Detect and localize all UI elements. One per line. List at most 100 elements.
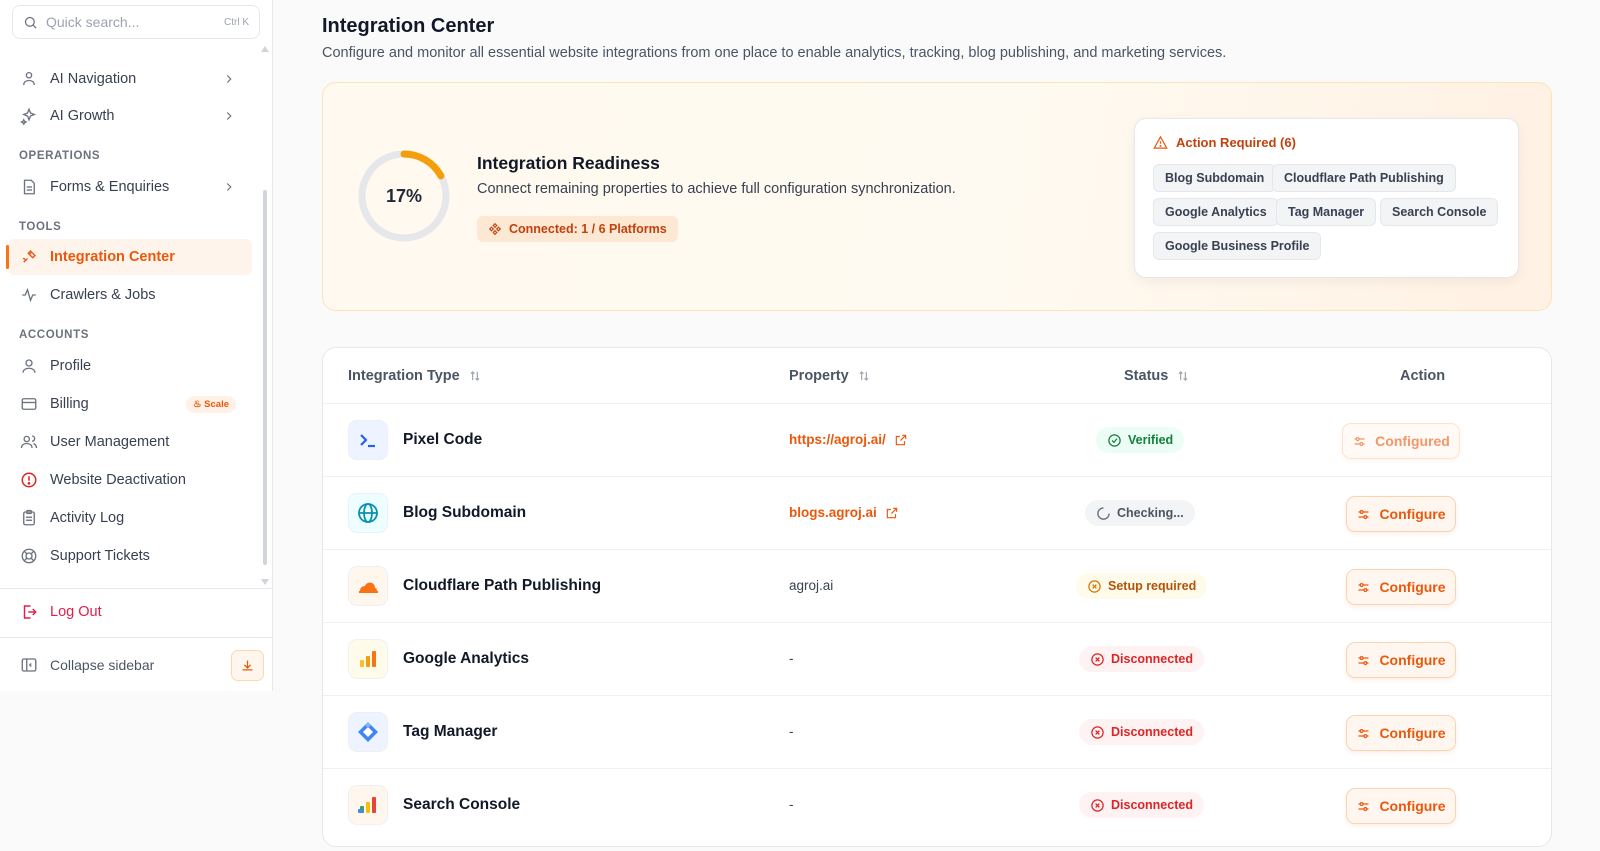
integration-name: Search Console	[403, 796, 521, 813]
sidebar-item-label: AI Navigation	[50, 71, 137, 87]
integration-name: Blog Subdomain	[403, 504, 527, 521]
property-value: -	[789, 797, 794, 812]
section-operations: OPERATIONS	[19, 150, 101, 162]
integration-readiness-card: 17% Integration Readiness Connect remain…	[322, 82, 1552, 311]
configure-button[interactable]: Configure	[1346, 715, 1456, 751]
readiness-title: Integration Readiness	[477, 153, 660, 173]
sidebar-item-label: Support Tickets	[50, 548, 150, 564]
status-badge: Disconnected	[1079, 646, 1204, 672]
sidebar-item-support-tickets[interactable]: Support Tickets	[8, 538, 252, 574]
settings-sliders-icon	[1358, 655, 1369, 665]
action-chip[interactable]: Google Analytics	[1153, 198, 1279, 226]
table-row: Pixel Code https://agroj.ai/ Verified Co…	[323, 403, 1551, 476]
column-header-status[interactable]: Status	[1124, 368, 1190, 384]
property-value: -	[789, 651, 794, 666]
collapse-sidebar-button[interactable]: Collapse sidebar	[8, 647, 188, 683]
column-header-property[interactable]: Property	[789, 368, 871, 384]
sidebar-item-ai-growth[interactable]: AI Growth	[8, 98, 252, 134]
sidebar-item-label: Crawlers & Jobs	[50, 287, 156, 303]
search-shortcut: Ctrl K	[224, 16, 249, 28]
sidebar-item-label: Forms & Enquiries	[50, 179, 170, 195]
status-badge: Setup required	[1076, 573, 1208, 599]
section-tools: TOOLS	[19, 221, 62, 233]
chevron-right-icon	[226, 75, 232, 83]
table-row: Cloudflare Path Publishing agroj.ai Setu…	[323, 549, 1551, 622]
status-badge: Disconnected	[1079, 792, 1204, 818]
integration-name: Cloudflare Path Publishing	[403, 577, 602, 594]
action-chip[interactable]: Cloudflare Path Publishing	[1272, 164, 1456, 192]
credit-card-icon	[21, 398, 37, 410]
property-value: -	[789, 724, 794, 739]
sidebar-scrollbar[interactable]	[263, 190, 267, 565]
sidebar-item-forms[interactable]: Forms & Enquiries	[8, 169, 252, 205]
readiness-description: Connect remaining properties to achieve …	[477, 181, 956, 197]
sidebar: Quick search... Ctrl K AI Navigation AI …	[0, 0, 273, 691]
sidebar-item-label: Billing	[50, 396, 89, 412]
sidebar-item-website-deactivation[interactable]: Website Deactivation	[8, 462, 252, 498]
action-chip[interactable]: Blog Subdomain	[1153, 164, 1277, 192]
section-accounts: ACCOUNTS	[19, 329, 89, 341]
plan-badge: ♨ Scale	[186, 395, 236, 413]
sparkle-icon	[20, 107, 37, 125]
scroll-up-arrow[interactable]	[261, 46, 269, 52]
sidebar-collapse-icon	[21, 658, 37, 672]
settings-sliders-icon	[1358, 582, 1369, 592]
sidebar-item-label: User Management	[50, 434, 170, 450]
action-chip[interactable]: Search Console	[1380, 198, 1499, 226]
action-required-heading: Action Required (6)	[1153, 135, 1296, 150]
configure-button[interactable]: Configure	[1346, 496, 1456, 532]
table-row: Blog Subdomain blogs.agroj.ai Checking..…	[323, 476, 1551, 549]
download-button[interactable]	[231, 650, 264, 681]
action-chip[interactable]: Google Business Profile	[1153, 232, 1322, 260]
check-circle-icon	[1108, 433, 1121, 447]
sidebar-item-label: Profile	[50, 358, 92, 374]
integration-name: Pixel Code	[403, 431, 483, 448]
property-value: agroj.ai	[789, 578, 834, 593]
sidebar-item-crawlers[interactable]: Crawlers & Jobs	[8, 277, 252, 313]
logout-button[interactable]: Log Out	[8, 594, 252, 630]
sort-icon	[1178, 371, 1188, 381]
sidebar-item-ai-navigation[interactable]: AI Navigation	[8, 61, 252, 97]
sort-icon	[859, 371, 869, 381]
activity-icon	[22, 287, 36, 303]
table-row: Tag Manager - Disconnected Configure	[323, 695, 1551, 768]
analytics-icon	[348, 639, 388, 679]
external-link-icon	[895, 434, 907, 445]
property-link[interactable]: blogs.agroj.ai	[789, 505, 899, 520]
action-chip[interactable]: Tag Manager	[1276, 198, 1377, 226]
status-badge: Checking...	[1085, 500, 1195, 526]
status-badge: Verified	[1096, 427, 1185, 453]
status-badge: Disconnected	[1079, 719, 1204, 745]
plug-icon	[22, 250, 36, 263]
sort-icon	[470, 371, 480, 381]
spinner-icon	[1097, 506, 1110, 520]
divider	[0, 588, 273, 589]
alert-circle-icon	[21, 472, 37, 488]
sidebar-item-label: Website Deactivation	[50, 472, 186, 488]
globe-icon	[348, 493, 388, 533]
terminal-icon	[348, 420, 388, 460]
sidebar-item-activity-log[interactable]: Activity Log	[8, 500, 252, 536]
network-icon	[488, 222, 502, 236]
page-subtitle: Configure and monitor all essential webs…	[322, 45, 1227, 61]
sidebar-item-integration-center[interactable]: Integration Center	[6, 239, 252, 275]
cloudflare-icon	[348, 566, 388, 606]
action-required-panel: Action Required (6) Blog Subdomain Cloud…	[1134, 118, 1519, 278]
configure-button[interactable]: Configure	[1346, 569, 1456, 605]
property-link[interactable]: https://agroj.ai/	[789, 432, 908, 447]
sidebar-item-user-management[interactable]: User Management	[8, 424, 252, 460]
configure-button[interactable]: Configure	[1346, 642, 1456, 678]
users-icon	[20, 435, 38, 449]
logout-icon	[23, 605, 37, 619]
x-circle-icon	[1091, 725, 1104, 739]
search-console-icon	[348, 785, 388, 825]
sidebar-item-profile[interactable]: Profile	[8, 348, 252, 384]
configure-button[interactable]: Configure	[1346, 788, 1456, 824]
integration-name: Tag Manager	[403, 723, 498, 740]
configured-button[interactable]: Configured	[1342, 423, 1460, 459]
x-circle-icon	[1088, 579, 1101, 593]
sidebar-item-billing[interactable]: Billing ♨ Scale	[8, 386, 252, 422]
column-header-integration-type[interactable]: Integration Type	[348, 368, 482, 384]
scroll-down-arrow[interactable]	[261, 579, 269, 585]
search-input[interactable]: Quick search... Ctrl K	[12, 5, 260, 39]
